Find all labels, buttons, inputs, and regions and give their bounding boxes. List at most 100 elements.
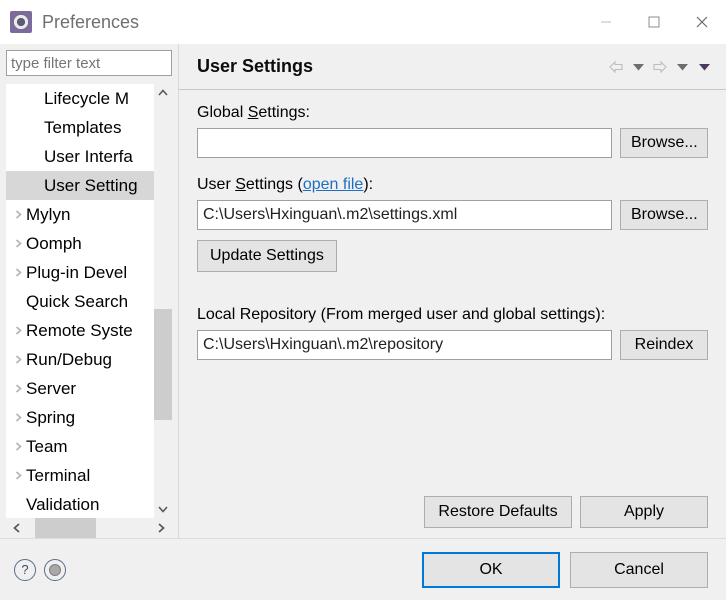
panel-content: Global Settings: Browse... User Settings… [179,90,726,496]
chevron-right-icon[interactable] [10,267,26,278]
preferences-gear-icon [10,11,32,33]
tree-item[interactable]: Templates [6,113,172,142]
back-arrow-icon[interactable] [606,56,626,78]
tree-hscroll-thumb[interactable] [35,518,97,538]
tree-item-label: Server [26,378,77,398]
global-settings-label: Global Settings: [197,104,708,122]
cancel-button[interactable]: Cancel [570,551,708,588]
settings-panel: User Settings Global Settings: Browse...… [178,44,726,538]
preferences-sidebar: Lifecycle M Templates User Interfa User Set… [0,44,178,538]
tree-item-label: Lifecycle M [44,88,130,108]
global-settings-label-mnemonic: S [247,104,259,121]
ok-button[interactable]: OK [422,551,560,588]
panel-header: User Settings [179,44,726,90]
view-menu-chevron-down-icon[interactable] [694,56,714,78]
open-file-link[interactable]: open file [303,176,364,193]
tree-item[interactable]: Spring [6,403,172,432]
preferences-dialog: Preferences Lifecycle M Templates User Int… [0,0,726,600]
tree-item-label: Spring [26,407,76,427]
tree-item-label: Oomph [26,233,82,253]
global-settings-browse-button[interactable]: Browse... [620,128,708,158]
footer-icons: ? [14,558,66,581]
chevron-right-icon[interactable] [10,354,26,365]
user-settings-browse-button[interactable]: Browse... [620,200,708,230]
tree-item-label: Mylyn [26,204,71,224]
preferences-tree: Lifecycle M Templates User Interfa User Set… [6,84,172,538]
tree-vscroll-thumb[interactable] [154,308,172,421]
tree-item[interactable]: Quick Search [6,287,172,316]
global-settings-row: Browse... [197,128,708,158]
reindex-button[interactable]: Reindex [620,330,708,360]
tree-item[interactable]: Plug-in Devel [6,258,172,287]
apply-and-close-dot [49,563,61,576]
chevron-right-icon[interactable] [10,441,26,452]
tree-item[interactable]: Team [6,432,172,461]
scroll-up-icon[interactable] [154,84,172,102]
chevron-right-icon[interactable] [10,470,26,481]
tree-item[interactable]: User Interfa [6,142,172,171]
page-title: User Settings [197,56,314,76]
global-settings-label-suffix: ettings: [258,104,310,121]
tree-item[interactable]: Remote Syste [6,316,172,345]
scroll-right-icon[interactable] [150,518,172,538]
user-settings-label-mid: ettings ( [245,176,303,193]
tree-item-label: Quick Search [26,291,129,311]
scroll-down-icon[interactable] [154,500,172,518]
chevron-right-icon[interactable] [10,209,26,220]
forward-arrow-icon[interactable] [650,56,670,78]
tree-item-label: Terminal [26,465,91,485]
user-settings-label-mnemonic: S [235,176,246,193]
dialog-footer: ? OK Cancel [0,538,726,600]
tree-item[interactable]: User Setting [6,171,172,200]
tree-list: Lifecycle M Templates User Interfa User Set… [6,84,172,518]
forward-menu-chevron-down-icon[interactable] [672,56,692,78]
title-bar-left: Preferences [0,11,139,33]
tree-item[interactable]: Oomph [6,229,172,258]
help-glyph: ? [21,562,29,577]
close-button[interactable] [678,0,726,44]
chevron-right-icon[interactable] [10,325,26,336]
apply-and-close-icon[interactable] [44,558,66,581]
minimize-button[interactable] [582,0,630,44]
tree-item-label: Templates [44,117,122,137]
tree-item-label: User Interfa [44,146,133,166]
local-repository-input[interactable] [197,330,612,360]
filter-input[interactable] [6,50,172,76]
user-settings-input[interactable] [197,200,612,230]
scroll-left-icon[interactable] [6,518,28,538]
tree-item[interactable]: Terminal [6,461,172,490]
panel-nav-icons [606,56,714,78]
tree-item[interactable]: Run/Debug [6,345,172,374]
local-repository-label: Local Repository (From merged user and g… [197,306,606,323]
back-menu-chevron-down-icon[interactable] [628,56,648,78]
tree-vertical-scrollbar[interactable] [154,84,172,518]
tree-item[interactable]: Server [6,374,172,403]
global-settings-input[interactable] [197,128,612,158]
chevron-right-icon[interactable] [10,383,26,394]
tree-item-label: Remote Syste [26,320,133,340]
tree-item-label: User Setting [44,175,138,195]
update-settings-button[interactable]: Update Settings [197,240,337,272]
footer-buttons: OK Cancel [422,551,708,588]
global-settings-label-prefix: Global [197,104,248,121]
chevron-right-icon[interactable] [10,238,26,249]
chevron-right-icon[interactable] [10,412,26,423]
tree-hscroll-track[interactable] [28,518,150,538]
tree-item[interactable]: Mylyn [6,200,172,229]
restore-defaults-button[interactable]: Restore Defaults [424,496,572,528]
tree-vscroll-track[interactable] [154,102,172,500]
panel-action-buttons: Restore Defaults Apply [179,496,726,538]
tree-item[interactable]: Validation [6,490,172,518]
tree-item-label: Run/Debug [26,349,113,369]
help-icon[interactable]: ? [14,558,36,581]
tree-item-label: Plug-in Devel [26,262,128,282]
tree-horizontal-scrollbar[interactable] [6,518,172,538]
tree-item-label: Team [26,436,68,456]
local-repository-row: Reindex [197,330,708,360]
user-settings-label-suffix: ): [363,176,374,193]
dialog-body: Lifecycle M Templates User Interfa User Set… [0,44,726,538]
tree-item[interactable]: Lifecycle M [6,84,172,113]
maximize-button[interactable] [630,0,678,44]
apply-button[interactable]: Apply [580,496,708,528]
